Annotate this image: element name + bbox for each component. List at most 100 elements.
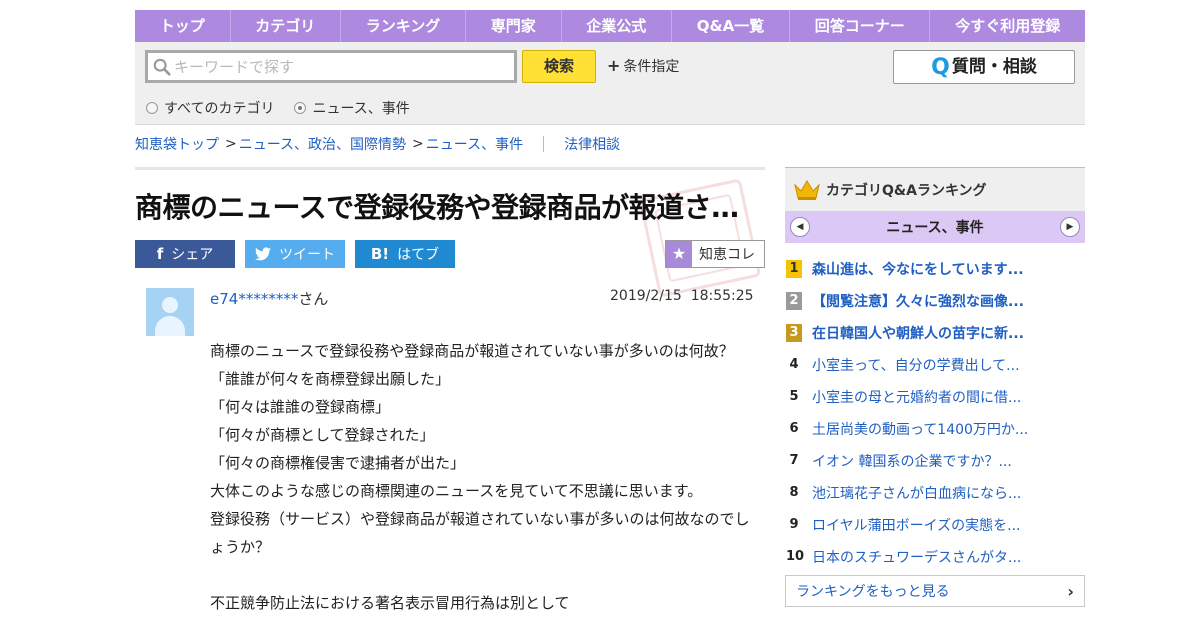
nav-item-top[interactable]: トップ bbox=[135, 10, 231, 42]
nav-item-register[interactable]: 今すぐ利用登録 bbox=[930, 10, 1085, 42]
ask-question-button[interactable]: Q 質問・相談 bbox=[893, 50, 1075, 84]
ranking-item[interactable]: 2 【閲覧注意】久々に強烈な画像... bbox=[785, 285, 1085, 317]
facebook-icon: f bbox=[156, 245, 164, 263]
breadcrumb-divider bbox=[543, 136, 545, 152]
more-ranking-button[interactable]: ランキングをもっと見る › bbox=[785, 575, 1085, 607]
ranking-link[interactable]: 日本のスチュワーデスさんがタ... bbox=[812, 547, 1021, 567]
question-timestamp: 2019/2/15 18:55:25 bbox=[610, 288, 754, 304]
ranking-link[interactable]: 土居尚美の動画って1400万円か... bbox=[812, 419, 1028, 439]
breadcrumb-separator: > bbox=[225, 136, 237, 152]
rank-number: 8 bbox=[789, 485, 799, 500]
author-link[interactable]: e74******** bbox=[210, 290, 298, 308]
ranking-item[interactable]: 4 小室圭って、自分の学費出して... bbox=[785, 349, 1085, 381]
twitter-share-label: ツイート bbox=[279, 247, 335, 263]
breadcrumb-top[interactable]: 知恵袋トップ bbox=[135, 134, 219, 154]
search-conditions-link[interactable]: + 条件指定 bbox=[607, 56, 679, 76]
scope-all-radio[interactable]: すべてのカテゴリ bbox=[146, 98, 274, 118]
ranking-item[interactable]: 10 日本のスチュワーデスさんがタ... bbox=[785, 541, 1085, 573]
nav-item-ranking[interactable]: ランキング bbox=[341, 10, 467, 42]
breadcrumb-separator: > bbox=[412, 136, 424, 152]
avatar bbox=[146, 288, 194, 336]
ranking-item[interactable]: 3 在日韓国人や朝鮮人の苗字に新... bbox=[785, 317, 1085, 349]
hatena-bookmark-button[interactable]: B! はてブ bbox=[355, 240, 455, 268]
breadcrumb-news-incidents[interactable]: ニュース、事件 bbox=[426, 134, 523, 154]
ranking-list: 1 森山進は、今なにをしています... 2 【閲覧注意】久々に強烈な画像... 3在… bbox=[785, 253, 1085, 573]
breadcrumb-legal-consultation[interactable]: 法律相談 bbox=[564, 134, 620, 154]
twitter-share-button[interactable]: ツイート bbox=[245, 240, 345, 268]
ask-question-label: 質問・相談 bbox=[951, 57, 1037, 77]
avatar-body-shape bbox=[155, 316, 185, 336]
facebook-share-button[interactable]: f シェア bbox=[135, 240, 235, 268]
nav-item-experts[interactable]: 専門家 bbox=[466, 10, 562, 42]
ranking-item[interactable]: 6 土居尚美の動画って1400万円か... bbox=[785, 413, 1085, 445]
question-title: 商標のニュースで登録役務や登録商品が報道されていない事が多いのは何故？ bbox=[135, 191, 765, 224]
nav-item-qa-list[interactable]: Q&A一覧 bbox=[672, 10, 790, 42]
ranking-item[interactable]: 1 森山進は、今なにをしています... bbox=[785, 253, 1085, 285]
ranking-link[interactable]: 池江璃花子さんが白血病になら... bbox=[812, 483, 1021, 503]
hatena-bookmark-label: はてブ bbox=[397, 247, 440, 263]
question-author: e74********さん bbox=[210, 288, 328, 309]
breadcrumb-news-politics[interactable]: ニュース、政治、国際情勢 bbox=[239, 134, 406, 154]
ranking-category-label: ニュース、事件 bbox=[886, 220, 984, 236]
ranking-link[interactable]: 森山進は、今なにをしています... bbox=[812, 259, 1024, 279]
question-date: 2019/2/15 bbox=[610, 288, 682, 304]
search-box[interactable] bbox=[145, 50, 517, 83]
facebook-share-label: シェア bbox=[171, 247, 214, 263]
ranking-heading: カテゴリQ&Aランキング bbox=[826, 182, 987, 199]
ranking-link[interactable]: 【閲覧注意】久々に強烈な画像... bbox=[812, 291, 1024, 311]
ranking-link[interactable]: 小室圭って、自分の学費出して... bbox=[812, 355, 1020, 375]
main-divider bbox=[135, 167, 765, 170]
ranking-category-bar: ◀ ニュース、事件 ▶ bbox=[785, 211, 1085, 243]
ranking-item[interactable]: 9 ロイヤル蒲田ボーイズの実態を... bbox=[785, 509, 1085, 541]
twitter-bird-icon bbox=[255, 247, 271, 261]
rank-number: 4 bbox=[789, 357, 799, 372]
ranking-header: カテゴリQ&Aランキング bbox=[785, 167, 1085, 211]
rank-number: 9 bbox=[789, 517, 799, 532]
question-body: 商標のニュースで登録役務や登録商品が報道されていない事が多いのは何故？ 「誰誰が… bbox=[210, 337, 750, 617]
search-conditions-label: 条件指定 bbox=[623, 59, 680, 75]
ranking-item[interactable]: 7 イオン 韓国系の企業ですか？... bbox=[785, 445, 1085, 477]
more-ranking-label: ランキングをもっと見る bbox=[796, 584, 950, 600]
ranking-link[interactable]: イオン 韓国系の企業ですか？... bbox=[812, 451, 1012, 471]
search-scope-options: すべてのカテゴリ ニュース、事件 bbox=[146, 98, 410, 118]
chevron-right-icon[interactable]: ▶ bbox=[1060, 217, 1080, 237]
question-body-line: 「誰誰が何々を商標登録出願した」 bbox=[210, 370, 451, 388]
rank-number: 7 bbox=[789, 453, 799, 468]
scope-all-label: すべてのカテゴリ bbox=[164, 101, 275, 117]
rank-number: 5 bbox=[789, 389, 799, 404]
search-icon bbox=[153, 58, 171, 76]
ranking-item[interactable]: 5 小室圭の母と元婚約者の間に借... bbox=[785, 381, 1085, 413]
chevron-left-icon[interactable]: ◀ bbox=[790, 217, 810, 237]
share-buttons: f シェア ツイート B! はてブ bbox=[135, 240, 455, 268]
scope-current-radio[interactable]: ニュース、事件 bbox=[294, 98, 410, 118]
question-body-line: 登録役務（サービス）や登録商品が報道されていない事が多いのは何故なのでしょうか？ bbox=[210, 510, 750, 556]
question-body-line: 「何々の商標権侵害で逮捕者が出た」 bbox=[210, 454, 466, 472]
crown-icon bbox=[794, 179, 820, 200]
radio-unchecked-icon bbox=[146, 102, 158, 114]
radio-checked-icon bbox=[294, 102, 307, 114]
q-icon: Q bbox=[931, 55, 950, 80]
rank-number: 2 bbox=[786, 292, 802, 310]
user-silhouette-icon bbox=[162, 297, 178, 313]
rank-number: 6 bbox=[789, 421, 799, 436]
scope-current-label: ニュース、事件 bbox=[312, 101, 410, 117]
nav-item-official[interactable]: 企業公式 bbox=[562, 10, 673, 42]
search-input[interactable] bbox=[174, 55, 504, 79]
nav-item-category[interactable]: カテゴリ bbox=[231, 10, 341, 42]
question-body-line: 大体このような感じの商標関連のニュースを見ていて不思議に思います。 bbox=[210, 482, 703, 500]
question-body-line: 商標のニュースで登録役務や登録商品が報道されていない事が多いのは何故？ bbox=[210, 342, 734, 360]
ranking-item[interactable]: 8 池江璃花子さんが白血病になら... bbox=[785, 477, 1085, 509]
search-button[interactable]: 検索 bbox=[522, 50, 596, 83]
question-body-line bbox=[210, 561, 750, 589]
chiekore-button[interactable]: ★ 知恵コレ bbox=[665, 240, 765, 268]
ranking-link[interactable]: 在日韓国人や朝鮮人の苗字に新... bbox=[812, 323, 1024, 343]
rank-number: 3 bbox=[786, 324, 802, 342]
rank-number: 1 bbox=[786, 260, 802, 278]
nav-item-answer-corner[interactable]: 回答コーナー bbox=[790, 10, 931, 42]
breadcrumb: 知恵袋トップ > ニュース、政治、国際情勢 > ニュース、事件 法律相談 bbox=[135, 134, 620, 154]
question-body-line: 不正競争防止法における著名表示冒用行為は別として bbox=[210, 594, 570, 612]
ranking-link[interactable]: ロイヤル蒲田ボーイズの実態を... bbox=[812, 515, 1021, 535]
chevron-right-icon: › bbox=[1067, 581, 1074, 601]
ranking-link[interactable]: 小室圭の母と元婚約者の間に借... bbox=[812, 387, 1021, 407]
category-ranking-panel: カテゴリQ&Aランキング ◀ ニュース、事件 ▶ 1 森山進は、今なにをしています… bbox=[785, 167, 1085, 607]
